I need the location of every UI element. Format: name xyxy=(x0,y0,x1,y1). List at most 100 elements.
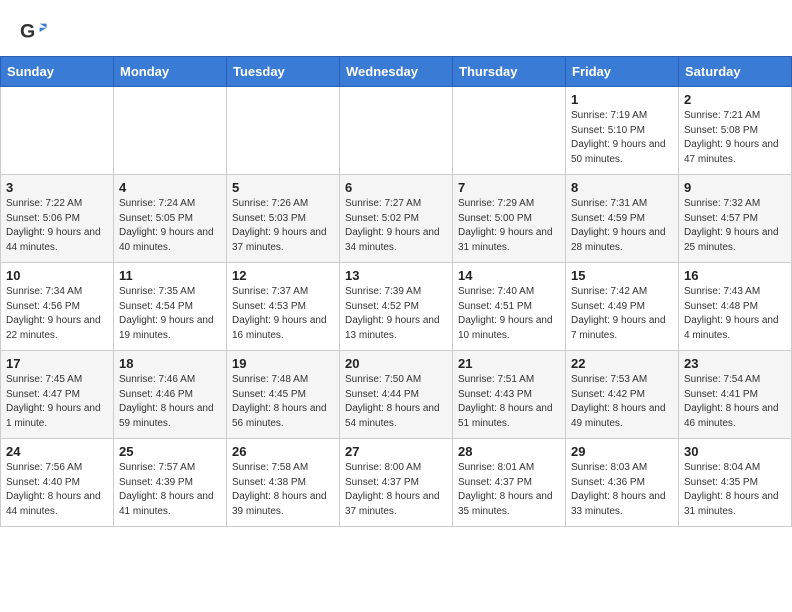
week-row-3: 17 Sunrise: 7:45 AM Sunset: 4:47 PM Dayli… xyxy=(1,351,792,439)
svg-text:G: G xyxy=(20,21,35,43)
calendar-cell xyxy=(114,87,227,175)
day-info: Sunrise: 7:50 AM Sunset: 4:44 PM Dayligh… xyxy=(345,373,447,431)
day-number: 4 xyxy=(119,180,221,195)
calendar-cell: 2 Sunrise: 7:21 AM Sunset: 5:08 PM Daylig… xyxy=(679,87,792,175)
calendar-cell xyxy=(227,87,340,175)
day-number: 11 xyxy=(119,268,221,283)
day-number: 26 xyxy=(232,444,334,459)
day-number: 27 xyxy=(345,444,447,459)
day-number: 15 xyxy=(571,268,673,283)
day-number: 29 xyxy=(571,444,673,459)
day-info: Sunrise: 7:39 AM Sunset: 4:52 PM Dayligh… xyxy=(345,285,447,343)
day-info: Sunrise: 7:35 AM Sunset: 4:54 PM Dayligh… xyxy=(119,285,221,343)
day-number: 5 xyxy=(232,180,334,195)
calendar-cell: 27 Sunrise: 8:00 AM Sunset: 4:37 PM Dayli… xyxy=(340,439,453,527)
day-number: 3 xyxy=(6,180,108,195)
day-number: 7 xyxy=(458,180,560,195)
day-info: Sunrise: 7:27 AM Sunset: 5:02 PM Dayligh… xyxy=(345,197,447,255)
calendar-cell: 26 Sunrise: 7:58 AM Sunset: 4:38 PM Dayli… xyxy=(227,439,340,527)
day-number: 16 xyxy=(684,268,786,283)
calendar-cell: 10Sunrise: 7:34 AM Sunset: 4:56 PM Dayli… xyxy=(1,263,114,351)
week-row-0: 1Sunrise: 7:19 AM Sunset: 5:10 PM Daylig… xyxy=(1,87,792,175)
day-info: Sunrise: 7:22 AM Sunset: 5:06 PM Dayligh… xyxy=(6,197,108,255)
day-number: 30 xyxy=(684,444,786,459)
day-number: 24 xyxy=(6,444,108,459)
week-row-4: 24Sunrise: 7:56 AM Sunset: 4:40 PM Dayli… xyxy=(1,439,792,527)
calendar-cell: 13 Sunrise: 7:39 AM Sunset: 4:52 PM Dayli… xyxy=(340,263,453,351)
day-info: Sunrise: 7:32 AM Sunset: 4:57 PM Dayligh… xyxy=(684,197,786,255)
calendar-cell: 20 Sunrise: 7:50 AM Sunset: 4:44 PM Dayli… xyxy=(340,351,453,439)
day-info: Sunrise: 8:00 AM Sunset: 4:37 PM Dayligh… xyxy=(345,461,447,519)
day-info: Sunrise: 7:21 AM Sunset: 5:08 PM Dayligh… xyxy=(684,109,786,167)
calendar-cell: 21Sunrise: 7:51 AM Sunset: 4:43 PM Dayli… xyxy=(453,351,566,439)
calendar-cell xyxy=(340,87,453,175)
day-info: Sunrise: 7:57 AM Sunset: 4:39 PM Dayligh… xyxy=(119,461,221,519)
calendar-cell: 8 Sunrise: 7:31 AM Sunset: 4:59 PM Daylig… xyxy=(566,175,679,263)
day-number: 20 xyxy=(345,356,447,371)
day-number: 14 xyxy=(458,268,560,283)
day-info: Sunrise: 8:04 AM Sunset: 4:35 PM Dayligh… xyxy=(684,461,786,519)
calendar-cell: 30 Sunrise: 8:04 AM Sunset: 4:35 PM Dayli… xyxy=(679,439,792,527)
calendar-cell: 1Sunrise: 7:19 AM Sunset: 5:10 PM Daylig… xyxy=(566,87,679,175)
day-info: Sunrise: 7:53 AM Sunset: 4:42 PM Dayligh… xyxy=(571,373,673,431)
calendar-cell xyxy=(453,87,566,175)
day-info: Sunrise: 7:26 AM Sunset: 5:03 PM Dayligh… xyxy=(232,197,334,255)
calendar-cell: 17 Sunrise: 7:45 AM Sunset: 4:47 PM Dayli… xyxy=(1,351,114,439)
day-info: Sunrise: 7:29 AM Sunset: 5:00 PM Dayligh… xyxy=(458,197,560,255)
day-number: 10 xyxy=(6,268,108,283)
logo-icon: G xyxy=(20,18,48,46)
calendar-cell: 29 Sunrise: 8:03 AM Sunset: 4:36 PM Dayli… xyxy=(566,439,679,527)
calendar-cell xyxy=(1,87,114,175)
logo: G xyxy=(20,18,52,46)
day-info: Sunrise: 7:45 AM Sunset: 4:47 PM Dayligh… xyxy=(6,373,108,431)
weekday-header-sunday: Sunday xyxy=(1,57,114,87)
day-info: Sunrise: 7:19 AM Sunset: 5:10 PM Dayligh… xyxy=(571,109,673,167)
calendar-cell: 9Sunrise: 7:32 AM Sunset: 4:57 PM Daylig… xyxy=(679,175,792,263)
day-number: 28 xyxy=(458,444,560,459)
calendar-cell: 19Sunrise: 7:48 AM Sunset: 4:45 PM Dayli… xyxy=(227,351,340,439)
day-number: 23 xyxy=(684,356,786,371)
day-info: Sunrise: 7:40 AM Sunset: 4:51 PM Dayligh… xyxy=(458,285,560,343)
day-info: Sunrise: 7:58 AM Sunset: 4:38 PM Dayligh… xyxy=(232,461,334,519)
week-row-2: 10Sunrise: 7:34 AM Sunset: 4:56 PM Dayli… xyxy=(1,263,792,351)
calendar-cell: 7 Sunrise: 7:29 AM Sunset: 5:00 PM Daylig… xyxy=(453,175,566,263)
weekday-header-row: SundayMondayTuesdayWednesdayThursdayFrid… xyxy=(1,57,792,87)
calendar-cell: 12Sunrise: 7:37 AM Sunset: 4:53 PM Dayli… xyxy=(227,263,340,351)
day-info: Sunrise: 7:43 AM Sunset: 4:48 PM Dayligh… xyxy=(684,285,786,343)
day-info: Sunrise: 8:01 AM Sunset: 4:37 PM Dayligh… xyxy=(458,461,560,519)
day-info: Sunrise: 7:31 AM Sunset: 4:59 PM Dayligh… xyxy=(571,197,673,255)
day-number: 13 xyxy=(345,268,447,283)
calendar-body: 1Sunrise: 7:19 AM Sunset: 5:10 PM Daylig… xyxy=(1,87,792,527)
day-number: 17 xyxy=(6,356,108,371)
day-info: Sunrise: 7:54 AM Sunset: 4:41 PM Dayligh… xyxy=(684,373,786,431)
calendar-cell: 3 Sunrise: 7:22 AM Sunset: 5:06 PM Daylig… xyxy=(1,175,114,263)
weekday-header-wednesday: Wednesday xyxy=(340,57,453,87)
calendar-cell: 25Sunrise: 7:57 AM Sunset: 4:39 PM Dayli… xyxy=(114,439,227,527)
weekday-header-thursday: Thursday xyxy=(453,57,566,87)
calendar-cell: 23 Sunrise: 7:54 AM Sunset: 4:41 PM Dayli… xyxy=(679,351,792,439)
page-container: G SundayMondayTuesdayWednesdayThursdayFr… xyxy=(0,0,792,527)
weekday-header-tuesday: Tuesday xyxy=(227,57,340,87)
day-info: Sunrise: 7:51 AM Sunset: 4:43 PM Dayligh… xyxy=(458,373,560,431)
calendar-cell: 6 Sunrise: 7:27 AM Sunset: 5:02 PM Daylig… xyxy=(340,175,453,263)
day-info: Sunrise: 7:42 AM Sunset: 4:49 PM Dayligh… xyxy=(571,285,673,343)
week-row-1: 3 Sunrise: 7:22 AM Sunset: 5:06 PM Daylig… xyxy=(1,175,792,263)
calendar-cell: 5 Sunrise: 7:26 AM Sunset: 5:03 PM Daylig… xyxy=(227,175,340,263)
calendar-cell: 14 Sunrise: 7:40 AM Sunset: 4:51 PM Dayli… xyxy=(453,263,566,351)
day-number: 12 xyxy=(232,268,334,283)
weekday-header-friday: Friday xyxy=(566,57,679,87)
weekday-header-monday: Monday xyxy=(114,57,227,87)
day-info: Sunrise: 8:03 AM Sunset: 4:36 PM Dayligh… xyxy=(571,461,673,519)
header: G xyxy=(0,0,792,56)
day-info: Sunrise: 7:48 AM Sunset: 4:45 PM Dayligh… xyxy=(232,373,334,431)
calendar-cell: 11 Sunrise: 7:35 AM Sunset: 4:54 PM Dayli… xyxy=(114,263,227,351)
calendar-cell: 18Sunrise: 7:46 AM Sunset: 4:46 PM Dayli… xyxy=(114,351,227,439)
day-number: 2 xyxy=(684,92,786,107)
day-number: 18 xyxy=(119,356,221,371)
calendar-cell: 4Sunrise: 7:24 AM Sunset: 5:05 PM Daylig… xyxy=(114,175,227,263)
day-number: 8 xyxy=(571,180,673,195)
calendar-cell: 16 Sunrise: 7:43 AM Sunset: 4:48 PM Dayli… xyxy=(679,263,792,351)
calendar-header: SundayMondayTuesdayWednesdayThursdayFrid… xyxy=(1,57,792,87)
calendar-cell: 15 Sunrise: 7:42 AM Sunset: 4:49 PM Dayli… xyxy=(566,263,679,351)
day-number: 6 xyxy=(345,180,447,195)
